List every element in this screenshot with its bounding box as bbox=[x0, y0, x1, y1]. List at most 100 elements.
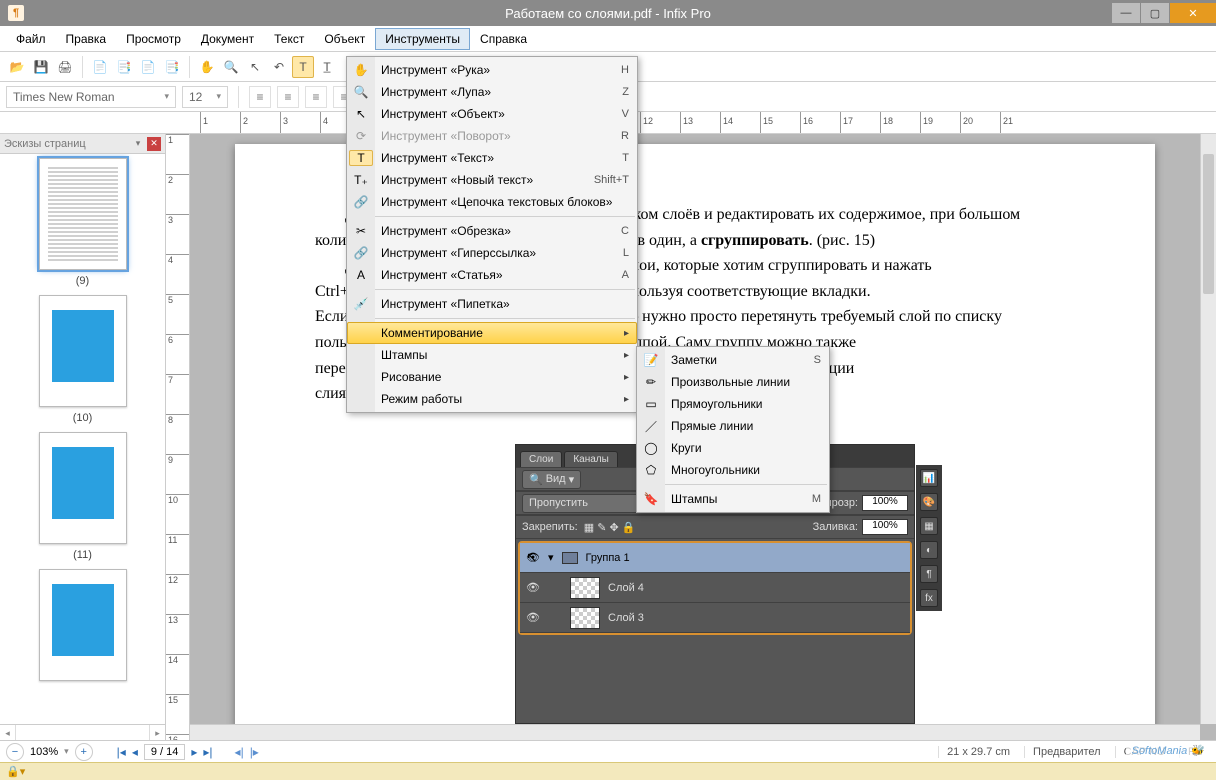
menu-separator bbox=[375, 216, 635, 217]
dropdown-icon[interactable]: ▾ bbox=[131, 137, 145, 151]
submenu-item[interactable]: ⬠Многоугольники bbox=[637, 459, 829, 481]
menu-item[interactable]: 💉Инструмент «Пипетка» bbox=[347, 293, 637, 315]
commenting-submenu: 📝ЗаметкиS✏Произвольные линии▭Прямоугольн… bbox=[636, 346, 830, 513]
thumbnails-scrollbar[interactable]: ◂ ▸ bbox=[0, 724, 165, 740]
menu-item[interactable]: Комментирование▸ bbox=[347, 322, 637, 344]
menu-item[interactable]: T₊Инструмент «Новый текст»Shift+T bbox=[347, 169, 637, 191]
thumbnail[interactable] bbox=[0, 569, 165, 684]
menu-item[interactable]: ✂Инструмент «Обрезка»C bbox=[347, 220, 637, 242]
histogram-icon: 📊 bbox=[920, 469, 938, 487]
menu-item-icon: T₊ bbox=[349, 173, 373, 187]
toolbar-button[interactable]: 📄 bbox=[89, 56, 111, 78]
toolbar-button[interactable]: 📑 bbox=[161, 56, 183, 78]
scrollbar-horizontal[interactable] bbox=[190, 724, 1200, 740]
menu-item[interactable]: Штампы▸ bbox=[347, 344, 637, 366]
submenu-item[interactable]: ／Прямые линии bbox=[637, 415, 829, 437]
menu-item[interactable]: ↖Инструмент «Объект»V bbox=[347, 103, 637, 125]
submenu-item-icon: 🔖 bbox=[639, 492, 663, 506]
submenu-item[interactable]: ✏Произвольные линии bbox=[637, 371, 829, 393]
maximize-button[interactable]: ▢ bbox=[1141, 3, 1169, 23]
scroll-left-icon[interactable]: ◂ bbox=[0, 725, 16, 740]
menu-инструменты[interactable]: Инструменты bbox=[375, 28, 470, 50]
submenu-item[interactable]: ◯Круги bbox=[637, 437, 829, 459]
nav-forward-button[interactable]: |▸ bbox=[250, 745, 259, 759]
thumbnail-caption: (10) bbox=[0, 412, 165, 424]
toolbar-button[interactable]: 📂 bbox=[6, 56, 28, 78]
align-left-button[interactable]: ≡ bbox=[249, 86, 271, 108]
toolbar-button[interactable]: ↶ bbox=[268, 56, 290, 78]
submenu-item-icon: ⬠ bbox=[639, 463, 663, 477]
menu-просмотр[interactable]: Просмотр bbox=[116, 28, 191, 50]
chevron-down-icon[interactable]: ▾ bbox=[64, 746, 69, 757]
lock-icon: 🔒▾ bbox=[6, 765, 25, 778]
prev-page-button[interactable]: ◂ bbox=[132, 745, 138, 759]
tab-layers: Слои bbox=[520, 451, 562, 467]
toolbar-button[interactable]: T̲ bbox=[316, 56, 338, 78]
close-button[interactable]: ✕ bbox=[1170, 3, 1216, 23]
fill-value: 100% bbox=[862, 519, 908, 535]
menu-файл[interactable]: Файл bbox=[6, 28, 56, 50]
toolbar-button[interactable]: T bbox=[292, 56, 314, 78]
zoom-in-button[interactable]: + bbox=[75, 743, 93, 761]
submenu-item[interactable]: ▭Прямоугольники bbox=[637, 393, 829, 415]
first-page-button[interactable]: |◂ bbox=[117, 745, 126, 759]
fill-label: Заливка: bbox=[813, 521, 858, 533]
thumbnails-header: Эскизы страниц ▾ ✕ bbox=[0, 134, 165, 154]
thumbnail[interactable]: (9) bbox=[0, 158, 165, 287]
toolbar-button[interactable]: 💾 bbox=[30, 56, 52, 78]
ruler-tick: 13 bbox=[166, 614, 189, 654]
menu-item[interactable]: TИнструмент «Текст»T bbox=[347, 147, 637, 169]
submenu-item[interactable]: 🔖ШтампыM bbox=[637, 488, 829, 510]
nav-back-button[interactable]: ◂| bbox=[235, 745, 244, 759]
submenu-item[interactable]: 📝ЗаметкиS bbox=[637, 349, 829, 371]
page-indicator[interactable]: 9 / 14 bbox=[144, 744, 186, 760]
thumbnail[interactable]: (11) bbox=[0, 432, 165, 561]
thumbnails-list[interactable]: (9) (10) (11) bbox=[0, 154, 165, 724]
close-panel-button[interactable]: ✕ bbox=[147, 137, 161, 151]
menu-item[interactable]: 🔗Инструмент «Гиперссылка»L bbox=[347, 242, 637, 264]
menu-item[interactable]: 🔍Инструмент «Лупа»Z bbox=[347, 81, 637, 103]
menu-item-icon: T bbox=[349, 150, 373, 166]
visibility-icon: 👁 bbox=[526, 611, 540, 624]
ruler-tick: 16 bbox=[800, 112, 840, 133]
menu-объект[interactable]: Объект bbox=[314, 28, 375, 50]
ruler-tick: 4 bbox=[166, 254, 189, 294]
ruler-tick: 14 bbox=[720, 112, 760, 133]
last-page-button[interactable]: ▸| bbox=[203, 745, 212, 759]
scrollbar-vertical[interactable] bbox=[1200, 134, 1216, 724]
ruler-tick: 19 bbox=[920, 112, 960, 133]
thumbnail-caption: (9) bbox=[0, 275, 165, 287]
toolbar-button[interactable]: 🖨 bbox=[54, 56, 76, 78]
paragraph-icon: ¶ bbox=[920, 565, 938, 583]
menu-документ[interactable]: Документ bbox=[191, 28, 264, 50]
ruler-tick: 12 bbox=[166, 574, 189, 614]
scroll-right-icon[interactable]: ▸ bbox=[149, 725, 165, 740]
toolbar-button[interactable]: 🔍 bbox=[220, 56, 242, 78]
minimize-button[interactable]: — bbox=[1112, 3, 1140, 23]
toolbar-button[interactable]: ↖ bbox=[244, 56, 266, 78]
layer-row: 👁 Слой 3 bbox=[520, 603, 910, 633]
toolbar-button[interactable]: ✋ bbox=[196, 56, 218, 78]
menu-правка[interactable]: Правка bbox=[56, 28, 117, 50]
menu-текст[interactable]: Текст bbox=[264, 28, 314, 50]
align-center-button[interactable]: ≡ bbox=[277, 86, 299, 108]
menu-item[interactable]: AИнструмент «Статья»A bbox=[347, 264, 637, 286]
menu-hotkey: T bbox=[622, 152, 629, 164]
menu-item[interactable]: Рисование▸ bbox=[347, 366, 637, 388]
toolbar-button[interactable]: 📄 bbox=[137, 56, 159, 78]
zoom-out-button[interactable]: − bbox=[6, 743, 24, 761]
menu-item[interactable]: ✋Инструмент «Рука»H bbox=[347, 59, 637, 81]
ruler-tick: 7 bbox=[166, 374, 189, 414]
next-page-button[interactable]: ▸ bbox=[191, 745, 197, 759]
toolbar-button[interactable]: 📑 bbox=[113, 56, 135, 78]
font-family-combo[interactable]: Times New Roman ▾ bbox=[6, 86, 176, 108]
swatches-icon: 🎨 bbox=[920, 493, 938, 511]
menu-item[interactable]: 🔗Инструмент «Цепочка текстовых блоков» bbox=[347, 191, 637, 213]
font-size-combo[interactable]: 12 ▾ bbox=[182, 86, 228, 108]
ruler-tick: 15 bbox=[760, 112, 800, 133]
thumbnail[interactable]: (10) bbox=[0, 295, 165, 424]
align-right-button[interactable]: ≡ bbox=[305, 86, 327, 108]
menu-hotkey: Z bbox=[622, 86, 629, 98]
menu-item[interactable]: Режим работы▸ bbox=[347, 388, 637, 410]
menu-справка[interactable]: Справка bbox=[470, 28, 537, 50]
